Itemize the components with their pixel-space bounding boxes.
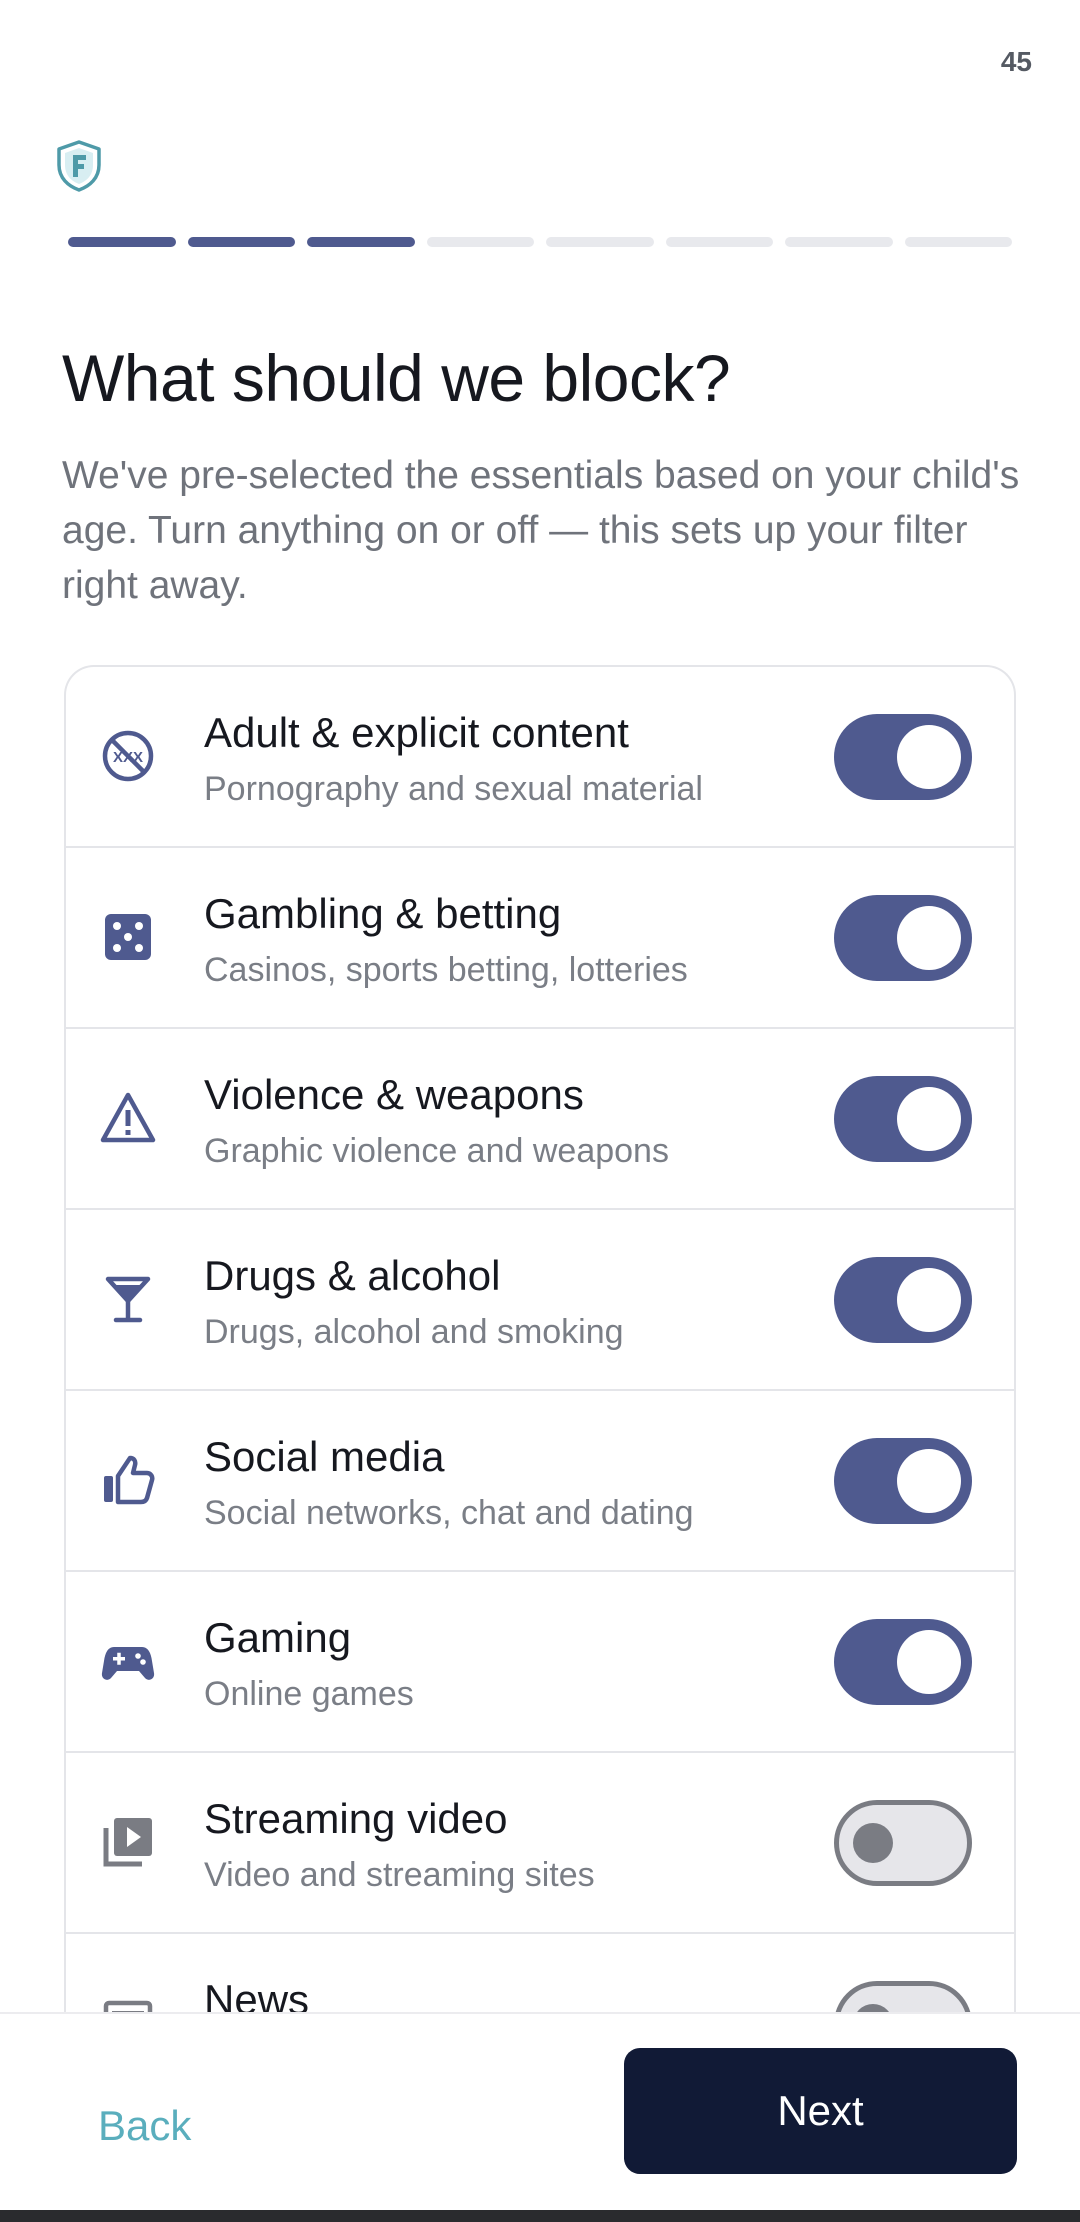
category-label: Gaming — [204, 1614, 352, 1661]
page-subtitle: We've pre-selected the essentials based … — [62, 454, 1020, 607]
toggle-knob — [897, 1630, 961, 1694]
no-xxx-icon: XXX — [100, 728, 156, 784]
gamepad-icon — [100, 1633, 156, 1689]
gaming-toggle[interactable] — [834, 1619, 972, 1705]
category-row-drugs[interactable]: Drugs & alcohol Drugs, alcohol and smoki… — [66, 1210, 1014, 1391]
progress-segment — [426, 237, 534, 247]
warning-icon — [100, 1090, 156, 1146]
step-progress-bar — [68, 237, 1012, 247]
back-button[interactable]: Back — [98, 2102, 191, 2150]
category-row-streaming[interactable]: Streaming video Video and streaming site… — [66, 1753, 1014, 1934]
cocktail-icon — [100, 1271, 156, 1327]
social-media-toggle[interactable] — [834, 1438, 972, 1524]
gambling-toggle[interactable] — [834, 895, 972, 981]
adult-content-toggle[interactable] — [834, 714, 972, 800]
category-description: Online games — [204, 1675, 414, 1713]
svg-text:XXX: XXX — [113, 749, 143, 766]
shield-logo-icon — [56, 140, 102, 192]
progress-segment — [546, 237, 654, 247]
category-description: Drugs, alcohol and smoking — [204, 1313, 624, 1351]
progress-segment — [665, 237, 773, 247]
category-label: Streaming video — [204, 1795, 508, 1842]
page-title: What should we block? — [62, 341, 731, 415]
category-row-adult[interactable]: XXX Adult & explicit content Pornography… — [66, 667, 1014, 848]
system-navigation-bar — [0, 2210, 1080, 2222]
toggle-knob — [853, 1823, 893, 1863]
category-description: Pornography and sexual material — [204, 770, 703, 808]
thumbs-up-icon — [100, 1452, 156, 1508]
category-list: XXX Adult & explicit content Pornography… — [64, 665, 1016, 2065]
progress-segment — [785, 237, 893, 247]
category-description: Casinos, sports betting, lotteries — [204, 951, 688, 989]
status-time: 45 — [1000, 46, 1032, 77]
violence-toggle[interactable] — [834, 1076, 972, 1162]
toggle-knob — [897, 1087, 961, 1151]
streaming-toggle[interactable] — [834, 1800, 972, 1886]
video-library-icon — [100, 1814, 156, 1870]
progress-segment — [904, 237, 1012, 247]
category-label: Gambling & betting — [204, 890, 562, 937]
dice-icon — [100, 909, 156, 965]
category-row-gaming[interactable]: Gaming Online games — [66, 1572, 1014, 1753]
category-row-violence[interactable]: Violence & weapons Graphic violence and … — [66, 1029, 1014, 1210]
next-button[interactable]: Next — [624, 2048, 1017, 2174]
progress-segment — [307, 237, 415, 247]
category-row-social[interactable]: Social media Social networks, chat and d… — [66, 1391, 1014, 1572]
progress-segment — [187, 237, 295, 247]
bottom-action-bar: Back Next — [0, 2012, 1080, 2210]
toggle-knob — [897, 906, 961, 970]
drugs-toggle[interactable] — [834, 1257, 972, 1343]
toggle-knob — [897, 1268, 961, 1332]
progress-segment — [68, 237, 176, 247]
category-label: Violence & weapons — [204, 1071, 584, 1118]
category-label: Adult & explicit content — [204, 709, 629, 756]
toggle-knob — [897, 725, 961, 789]
category-description: Social networks, chat and dating — [204, 1494, 694, 1532]
category-description: Video and streaming sites — [204, 1856, 595, 1894]
category-row-gambling[interactable]: Gambling & betting Casinos, sports betti… — [66, 848, 1014, 1029]
toggle-knob — [897, 1449, 961, 1513]
category-label: Drugs & alcohol — [204, 1252, 501, 1299]
category-description: Graphic violence and weapons — [204, 1132, 669, 1170]
category-label: Social media — [204, 1433, 445, 1480]
